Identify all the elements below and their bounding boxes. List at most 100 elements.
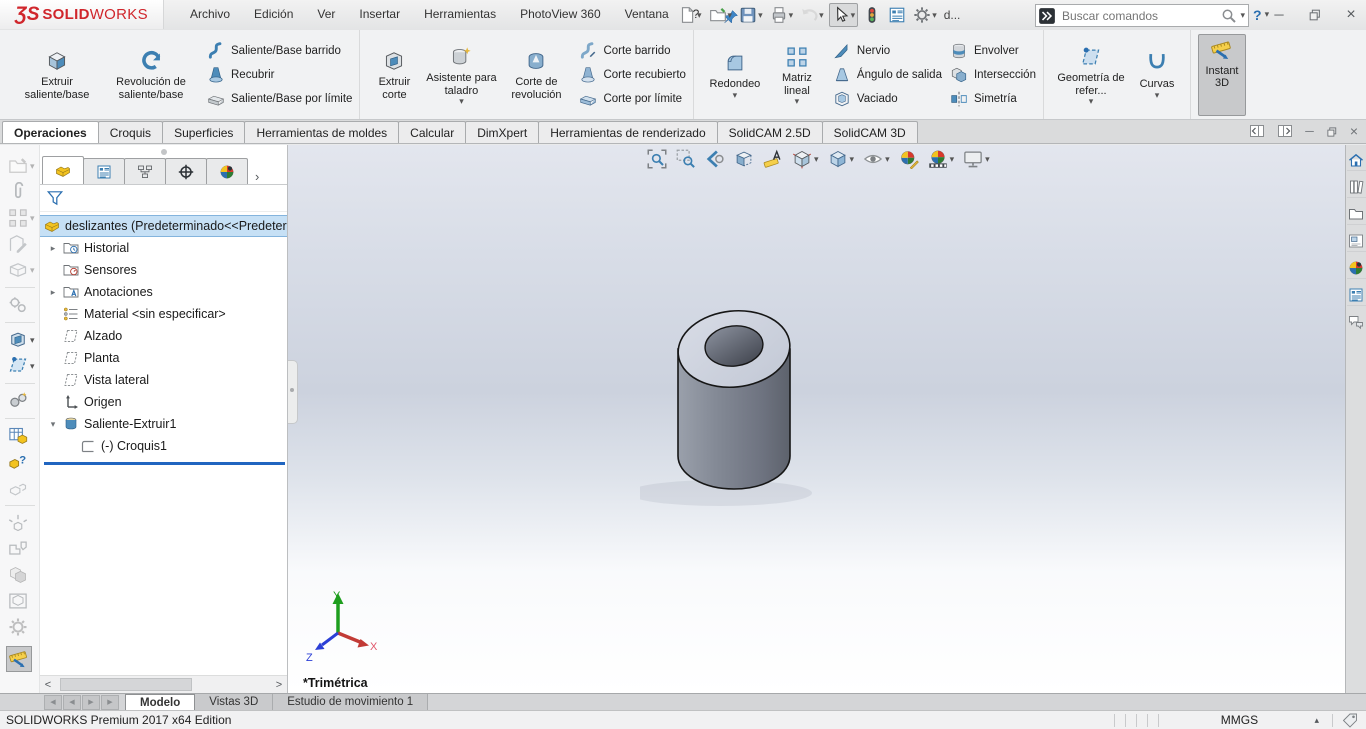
part-compare-button[interactable] bbox=[0, 475, 28, 501]
fillet-button[interactable]: Redondeo ▾ bbox=[701, 47, 769, 102]
tag-button[interactable] bbox=[1342, 712, 1358, 728]
tree-item-vista-lateral[interactable]: Vista lateral bbox=[40, 369, 287, 391]
forum-button[interactable] bbox=[1347, 311, 1366, 332]
units-selector[interactable]: MMGS bbox=[1164, 713, 1314, 727]
display-style-button[interactable]: ▾ bbox=[827, 148, 856, 170]
collapse-pane-left-icon[interactable] bbox=[1249, 123, 1265, 139]
options-button[interactable]: ▾ bbox=[911, 4, 939, 26]
pattern-tool-button[interactable]: ▾ bbox=[0, 205, 35, 231]
edit-feature-button[interactable] bbox=[0, 231, 28, 257]
close-button[interactable]: × bbox=[1340, 6, 1362, 24]
tree-item-planta[interactable]: Planta bbox=[40, 347, 287, 369]
undo-button[interactable]: ▾ bbox=[798, 4, 826, 26]
expander-icon[interactable]: ▸ bbox=[48, 243, 58, 254]
search-dropdown-icon[interactable]: ▾ bbox=[1240, 11, 1245, 20]
options-tool-button[interactable] bbox=[0, 614, 28, 640]
apply-scene-button[interactable]: ▾ bbox=[927, 148, 956, 170]
scrollbar-thumb[interactable] bbox=[60, 678, 192, 691]
more-tabs-button[interactable]: › bbox=[255, 169, 259, 184]
home-tab-button[interactable] bbox=[1346, 149, 1366, 171]
zoom-to-fit-button[interactable] bbox=[646, 148, 668, 170]
tree-item-origen[interactable]: Origen bbox=[40, 391, 287, 413]
nav-next-button[interactable]: ▶ bbox=[82, 694, 100, 710]
filter-funnel-icon[interactable] bbox=[46, 189, 64, 207]
search-icon[interactable] bbox=[1221, 8, 1237, 24]
draft-button[interactable]: Ángulo de salida bbox=[833, 66, 942, 84]
tree-item-sensores[interactable]: Sensores bbox=[40, 259, 287, 281]
print-button[interactable]: ▾ bbox=[768, 4, 796, 26]
hole-wizard-button[interactable]: Asistente para taladro ▾ bbox=[421, 41, 501, 109]
shell-button[interactable]: Vaciado bbox=[833, 90, 942, 108]
sketch-blocks-button[interactable] bbox=[0, 536, 28, 562]
motion-gears-button[interactable] bbox=[0, 388, 28, 414]
extruded-cut-tool-button[interactable]: ▾ bbox=[0, 327, 35, 353]
doc-restore-button[interactable] bbox=[1326, 124, 1338, 138]
doc-close-button[interactable]: × bbox=[1350, 123, 1358, 139]
open-recent-button[interactable]: ▾ bbox=[0, 153, 35, 179]
design-library-button[interactable] bbox=[1346, 176, 1366, 198]
menu-insertar[interactable]: Insertar bbox=[347, 0, 412, 29]
revolve-boss-button[interactable]: Revolución de saliente/base bbox=[103, 45, 199, 104]
mates-button[interactable] bbox=[0, 292, 28, 318]
part-query-button[interactable]: ? bbox=[0, 449, 28, 475]
tab-operaciones[interactable]: Operaciones bbox=[2, 121, 99, 143]
lofted-cut-button[interactable]: Corte recubierto bbox=[579, 66, 686, 84]
curves-button[interactable]: Curvas ▾ bbox=[1131, 47, 1183, 102]
tree-item-alzado[interactable]: Alzado bbox=[40, 325, 287, 347]
tab-superficies[interactable]: Superficies bbox=[162, 121, 246, 143]
previous-view-button[interactable] bbox=[704, 148, 726, 170]
scroll-right-arrow[interactable]: > bbox=[271, 679, 287, 691]
assembly-boxes-button[interactable] bbox=[0, 562, 28, 588]
instant3d-button[interactable]: Instant 3D bbox=[1197, 33, 1246, 116]
model-cylinder[interactable] bbox=[640, 293, 900, 533]
tab-calcular[interactable]: Calcular bbox=[398, 121, 467, 143]
help-button[interactable]: ? ▾ bbox=[1253, 0, 1269, 29]
file-properties-button[interactable] bbox=[886, 4, 908, 26]
section-view-button[interactable] bbox=[733, 148, 755, 170]
menu-archivo[interactable]: Archivo bbox=[178, 0, 242, 29]
swept-boss-button[interactable]: Saliente/Base barrido bbox=[207, 41, 352, 60]
tab-configurationmanager[interactable] bbox=[124, 158, 166, 184]
mirror-button[interactable]: Simetría bbox=[950, 90, 1036, 108]
boundary-boss-button[interactable]: Saliente/Base por límite bbox=[207, 90, 352, 108]
zoom-to-area-button[interactable] bbox=[675, 148, 697, 170]
reference-plane-button[interactable]: ▾ bbox=[0, 353, 35, 379]
appearances-button[interactable] bbox=[1346, 257, 1366, 279]
menu-photoview[interactable]: PhotoView 360 bbox=[508, 0, 613, 29]
doc-minimize-button[interactable]: ─ bbox=[1305, 124, 1314, 138]
document-name-truncated[interactable]: d... bbox=[944, 8, 961, 22]
linear-pattern-button[interactable]: Matriz lineal ▾ bbox=[769, 41, 825, 109]
tab-solidcam3d[interactable]: SolidCAM 3D bbox=[821, 121, 918, 143]
expander-icon[interactable]: ▸ bbox=[48, 287, 58, 298]
drawing-view-button[interactable] bbox=[0, 588, 28, 614]
extrude-boss-button[interactable]: Extruir saliente/base bbox=[11, 45, 103, 104]
open-document-button[interactable]: ▾ bbox=[707, 4, 735, 26]
tab-propertymanager[interactable] bbox=[83, 158, 125, 184]
new-document-button[interactable]: ▾ bbox=[676, 4, 704, 26]
menu-herramientas[interactable]: Herramientas bbox=[412, 0, 508, 29]
rib-button[interactable]: Nervio bbox=[833, 42, 942, 60]
hide-show-items-button[interactable]: ▾ bbox=[862, 148, 891, 170]
restore-button[interactable] bbox=[1304, 7, 1326, 23]
swept-cut-button[interactable]: Corte barrido bbox=[579, 41, 685, 60]
tab-solidcam25d[interactable]: SolidCAM 2.5D bbox=[716, 121, 823, 143]
menu-ventana[interactable]: Ventana bbox=[613, 0, 681, 29]
save-button[interactable]: ▾ bbox=[737, 4, 765, 26]
custom-properties-button[interactable] bbox=[1346, 284, 1366, 306]
menu-edicion[interactable]: Edición bbox=[242, 0, 305, 29]
menu-ver[interactable]: Ver bbox=[305, 0, 347, 29]
tree-horizontal-scrollbar[interactable]: < > bbox=[40, 675, 287, 693]
annotation-view-button[interactable] bbox=[762, 148, 784, 170]
tree-item-anotaciones[interactable]: ▸ Anotaciones bbox=[40, 281, 287, 303]
collapse-pane-right-icon[interactable] bbox=[1277, 123, 1293, 139]
scroll-left-arrow[interactable]: < bbox=[40, 679, 56, 691]
view-palette-button[interactable] bbox=[1346, 230, 1366, 252]
tab-estudio-movimiento[interactable]: Estudio de movimiento 1 bbox=[273, 694, 429, 710]
boundary-cut-button[interactable]: Corte por límite bbox=[579, 90, 685, 108]
design-table-button[interactable] bbox=[0, 423, 28, 449]
performance-monitor-button[interactable] bbox=[861, 4, 883, 26]
attachments-button[interactable] bbox=[0, 179, 28, 205]
tab-featuremanager[interactable] bbox=[42, 156, 84, 184]
expander-icon[interactable]: ▾ bbox=[48, 419, 58, 430]
tab-renderizado[interactable]: Herramientas de renderizado bbox=[538, 121, 718, 143]
